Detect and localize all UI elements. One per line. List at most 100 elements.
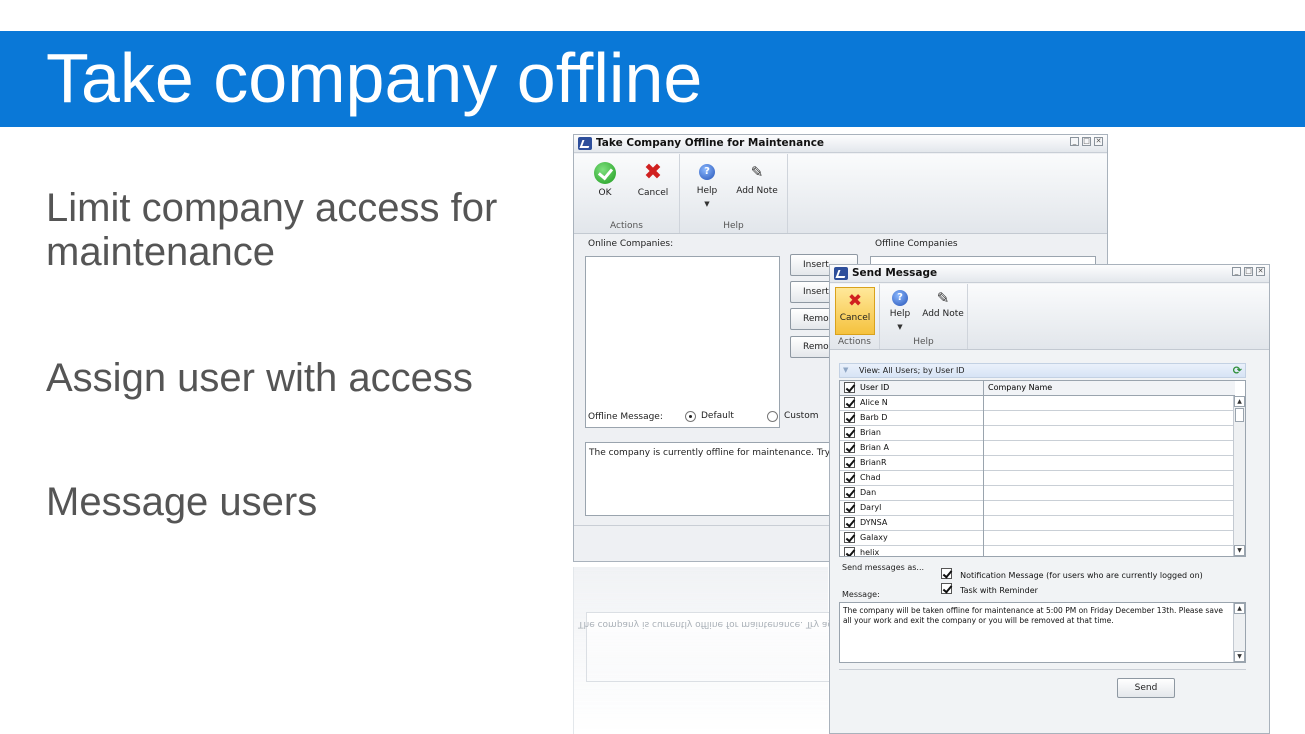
row-checkbox[interactable] [844,517,855,528]
table-row[interactable]: Galaxy [840,531,1235,546]
ribbon-group-label-help: Help [913,337,934,347]
ribbon-group-label-actions: Actions [610,221,643,231]
scroll-up-arrow-icon[interactable]: ▲ [1234,396,1245,407]
row-checkbox[interactable] [844,457,855,468]
cell-user-id: Chad [860,473,881,482]
footer-divider [839,669,1246,670]
maximize-button[interactable]: □ [1082,137,1091,146]
row-checkbox[interactable] [844,547,855,556]
cancel-x-icon: ✖ [847,291,863,311]
bullet-message-users: Message users [46,480,318,524]
note-pencil-icon: ✎ [750,163,764,181]
cell-user-id: Brian A [860,443,889,452]
send-button[interactable]: Send [1117,678,1175,698]
offline-message-label: Offline Message: [588,412,663,422]
cell-user-id: Brian [860,428,881,437]
column-header-user-id[interactable]: User ID [860,383,889,392]
add-note-button[interactable]: ✎ Add Note [920,290,966,319]
radio-custom[interactable] [767,411,778,422]
scroll-down-arrow-icon[interactable]: ▼ [1234,545,1245,556]
cell-user-id: helix [860,548,880,557]
send-ribbon: ✖ Cancel Actions ? Help ▼ ✎ Add Note Hel… [830,284,1269,350]
table-row[interactable]: DYNSA [840,516,1235,531]
dialog-reflection: The company is currently offline for mai… [573,567,886,734]
send-as-label: Send messages as... [842,563,925,572]
radio-default-label: Default [701,411,734,421]
minimize-button[interactable]: _ [1070,137,1079,146]
online-companies-list[interactable] [585,256,780,428]
cell-user-id: Barb D [860,413,888,422]
view-label: View: All Users; by User ID [859,366,965,375]
ribbon-group-help: ? Help ▼ ✎ Add Note Help [880,284,968,349]
cell-user-id: DYNSA [860,518,888,527]
scroll-up-arrow-icon[interactable]: ▲ [1234,603,1245,614]
column-header-company-name[interactable]: Company Name [988,383,1052,392]
table-row[interactable]: Alice N [840,396,1235,411]
view-bar[interactable]: ▼ View: All Users; by User ID ⟳ [839,363,1246,378]
table-row[interactable]: Barb D [840,411,1235,426]
send-dialog-title: Send Message [852,267,938,279]
offline-dialog-titlebar: Take Company Offline for Maintenance _ □… [574,135,1107,153]
add-note-button[interactable]: ✎ Add Note [732,164,782,196]
ribbon-group-label-help: Help [723,221,744,231]
help-dropdown-caret-icon: ▼ [897,323,903,331]
minimize-button[interactable]: _ [1232,267,1241,276]
table-row[interactable]: helix [840,546,1235,557]
offline-ribbon: OK ✖ Cancel Actions ? Help ▼ ✎ Add Note … [574,154,1107,234]
row-checkbox[interactable] [844,427,855,438]
grid-header: User ID Company Name [840,381,1235,396]
ok-button[interactable]: OK [586,162,624,198]
ribbon-group-actions: OK ✖ Cancel Actions [574,154,680,233]
row-checkbox[interactable] [844,487,855,498]
task-checkbox[interactable] [941,583,952,594]
help-button[interactable]: ? Help ▼ [886,290,914,331]
ribbon-group-label-actions: Actions [838,337,871,347]
cell-user-id: Dan [860,488,877,497]
table-row[interactable]: Daryl [840,501,1235,516]
ribbon-group-actions: ✖ Cancel Actions [830,284,880,349]
row-checkbox[interactable] [844,532,855,543]
table-row[interactable]: Chad [840,471,1235,486]
help-dropdown-caret-icon: ▼ [704,200,710,208]
message-scrollbar[interactable]: ▲ ▼ [1233,603,1245,662]
radio-custom-label: Custom [784,411,819,421]
cancel-button[interactable]: ✖ Cancel [632,162,674,199]
row-checkbox[interactable] [844,442,855,453]
grid-scrollbar[interactable]: ▲ ▼ [1233,396,1245,556]
cell-user-id: Alice N [860,398,888,407]
collapse-chevron-icon[interactable]: ▼ [843,366,848,374]
message-label: Message: [842,590,880,599]
slide-title: Take company offline [46,39,703,117]
close-button[interactable]: ✕ [1256,267,1265,276]
bullet-assign-user: Assign user with access [46,356,473,400]
help-icon: ? [699,164,715,180]
close-button[interactable]: ✕ [1094,137,1103,146]
note-pencil-icon: ✎ [936,289,950,307]
table-row[interactable]: Dan [840,486,1235,501]
row-checkbox[interactable] [844,412,855,423]
send-option-task[interactable]: Task with Reminder [941,578,1038,597]
offline-companies-label: Offline Companies [875,239,958,249]
scroll-thumb[interactable] [1235,408,1244,422]
radio-default[interactable] [685,411,696,422]
ribbon-group-help: ? Help ▼ ✎ Add Note Help [680,154,788,233]
scroll-down-arrow-icon[interactable]: ▼ [1234,651,1245,662]
row-checkbox[interactable] [844,397,855,408]
cancel-button[interactable]: ✖ Cancel [835,287,875,335]
offline-dialog-title: Take Company Offline for Maintenance [596,137,825,149]
refresh-icon[interactable]: ⟳ [1233,364,1242,377]
cell-user-id: BrianR [860,458,887,467]
maximize-button[interactable]: □ [1244,267,1253,276]
help-button[interactable]: ? Help ▼ [690,164,724,208]
send-dialog-titlebar: Send Message _ □ ✕ [830,265,1269,283]
row-checkbox[interactable] [844,472,855,483]
send-message-dialog: Send Message _ □ ✕ ✖ Cancel Actions ? He… [829,264,1270,734]
row-checkbox[interactable] [844,502,855,513]
cell-user-id: Galaxy [860,533,888,542]
users-grid: User ID Company Name Alice N Barb D Brian B… [839,380,1246,557]
message-textarea[interactable]: The company will be taken offline for ma… [839,602,1246,663]
table-row[interactable]: Brian [840,426,1235,441]
select-all-checkbox[interactable] [844,382,855,393]
table-row[interactable]: BrianR [840,456,1235,471]
table-row[interactable]: Brian A [840,441,1235,456]
